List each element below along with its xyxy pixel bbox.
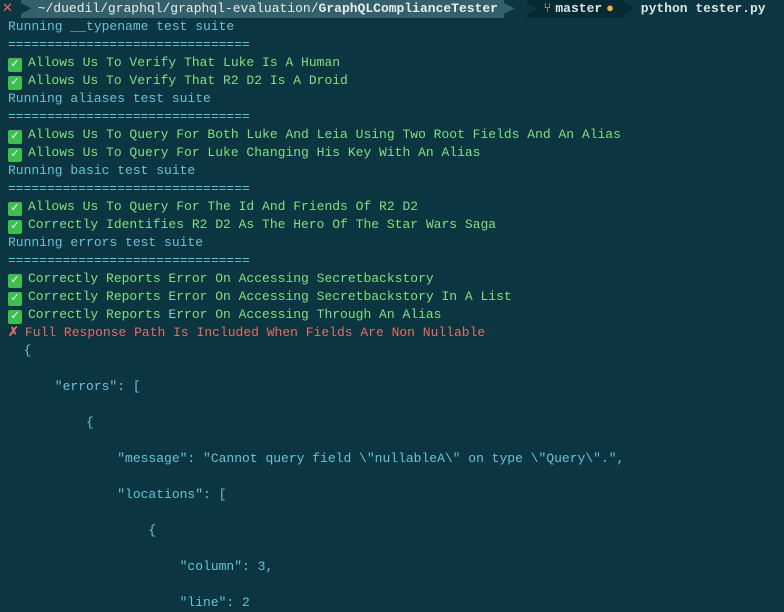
test-row: ✓ Correctly Reports Error On Accessing Se… bbox=[8, 288, 776, 306]
check-icon: ✓ bbox=[8, 130, 22, 144]
json-line bbox=[8, 504, 776, 522]
path-prefix: ~/duedil/graphql/graphql-evaluation/ bbox=[38, 0, 319, 18]
git-branch: ⑂ master ● bbox=[538, 0, 624, 18]
powerline-arrow-icon: ▶ bbox=[527, 0, 538, 18]
json-line bbox=[8, 396, 776, 414]
json-line bbox=[8, 432, 776, 450]
suite-title: Running aliases test suite bbox=[8, 90, 776, 108]
json-line: "errors": [ bbox=[8, 378, 776, 396]
path-spacer bbox=[515, 0, 527, 18]
json-line bbox=[8, 576, 776, 594]
test-label: Allows Us To Verify That Luke Is A Human bbox=[28, 55, 340, 70]
divider: =============================== bbox=[8, 36, 776, 54]
command-text: python tester.py bbox=[641, 0, 766, 18]
test-row: ✓ Allows Us To Query For Both Luke And Le… bbox=[8, 126, 776, 144]
test-row: ✓ Correctly Identifies R2 D2 As The Hero … bbox=[8, 216, 776, 234]
test-row: ✓ Allows Us To Verify That Luke Is A Huma… bbox=[8, 54, 776, 72]
check-icon: ✓ bbox=[8, 310, 22, 324]
json-line: "locations": [ bbox=[8, 486, 776, 504]
check-icon: ✓ bbox=[8, 148, 22, 162]
json-line: "column": 3, bbox=[8, 558, 776, 576]
divider: =============================== bbox=[8, 252, 776, 270]
check-icon: ✓ bbox=[8, 76, 22, 90]
divider: =============================== bbox=[8, 180, 776, 198]
powerline-arrow-icon: ▶ bbox=[21, 0, 32, 18]
test-row: ✓ Allows Us To Verify That R2 D2 Is A Dro… bbox=[8, 72, 776, 90]
suite-title: Running errors test suite bbox=[8, 234, 776, 252]
x-icon: ✗ bbox=[8, 325, 19, 340]
json-line bbox=[8, 468, 776, 486]
test-label: Full Response Path Is Included When Fiel… bbox=[25, 325, 485, 340]
json-line bbox=[8, 540, 776, 558]
branch-name: master bbox=[555, 0, 602, 18]
test-label: Correctly Reports Error On Accessing Thr… bbox=[28, 307, 441, 322]
check-icon: ✓ bbox=[8, 58, 22, 72]
suite-title: Running basic test suite bbox=[8, 162, 776, 180]
path-folder: GraphQLComplianceTester bbox=[319, 0, 498, 18]
test-row: ✓ Correctly Reports Error On Accessing Se… bbox=[8, 270, 776, 288]
json-line bbox=[8, 360, 776, 378]
test-row: ✓ Allows Us To Query For The Id And Frien… bbox=[8, 198, 776, 216]
close-icon: ✕ bbox=[0, 0, 21, 18]
git-dirty-dot-icon: ● bbox=[606, 0, 614, 18]
check-icon: ✓ bbox=[8, 274, 22, 288]
cwd-path: ~/duedil/graphql/graphql-evaluation/Grap… bbox=[32, 0, 504, 18]
test-row: ✓ Correctly Reports Error On Accessing Th… bbox=[8, 306, 776, 324]
json-line: { bbox=[8, 522, 776, 540]
check-icon: ✓ bbox=[8, 220, 22, 234]
json-line: { bbox=[8, 414, 776, 432]
terminal-output[interactable]: Running __typename test suite===========… bbox=[0, 18, 784, 612]
prompt-bar: ✕ ▶ ~/duedil/graphql/graphql-evaluation/… bbox=[0, 0, 784, 18]
json-line: "message": "Cannot query field \"nullabl… bbox=[8, 450, 776, 468]
divider: =============================== bbox=[8, 108, 776, 126]
check-icon: ✓ bbox=[8, 292, 22, 306]
suite-title: Running __typename test suite bbox=[8, 18, 776, 36]
test-label: Allows Us To Query For Both Luke And Lei… bbox=[28, 127, 621, 142]
check-icon: ✓ bbox=[8, 202, 22, 216]
powerline-arrow-icon: ▶ bbox=[624, 0, 635, 18]
test-label: Allows Us To Query For The Id And Friend… bbox=[28, 199, 418, 214]
json-line: { bbox=[8, 342, 776, 360]
test-label: Correctly Identifies R2 D2 As The Hero O… bbox=[28, 217, 496, 232]
test-label: Allows Us To Query For Luke Changing His… bbox=[28, 145, 480, 160]
test-label: Allows Us To Verify That R2 D2 Is A Droi… bbox=[28, 73, 348, 88]
test-row: ✓ Allows Us To Query For Luke Changing Hi… bbox=[8, 144, 776, 162]
test-row: ✗ Full Response Path Is Included When Fie… bbox=[8, 324, 776, 342]
command-input[interactable]: python tester.py bbox=[635, 0, 772, 18]
test-label: Correctly Reports Error On Accessing Sec… bbox=[28, 289, 512, 304]
powerline-arrow-icon: ▶ bbox=[504, 0, 515, 18]
branch-icon: ⑂ bbox=[544, 0, 552, 18]
test-label: Correctly Reports Error On Accessing Sec… bbox=[28, 271, 434, 286]
